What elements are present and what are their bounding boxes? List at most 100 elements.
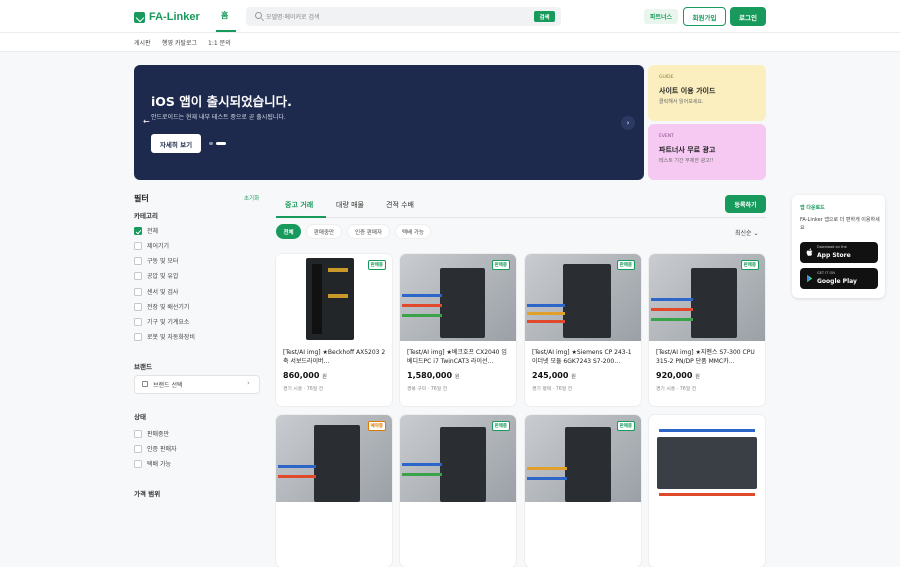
chevron-down-icon: ⌄ (753, 230, 759, 237)
price-value: 860,000 (283, 371, 320, 380)
category-label: 공압 및 유압 (147, 273, 179, 280)
product-card[interactable]: 판매중 [Test/AI img] ★Beckhoff AX5203 2축 서보… (276, 254, 392, 406)
checkbox-icon (134, 429, 142, 438)
play-icon (807, 274, 813, 283)
search-icon (255, 12, 262, 19)
subnav-catalog[interactable]: 행영 카탈로그 (162, 38, 197, 47)
price-range-heading: 가격 범위 (134, 490, 161, 498)
product-image (649, 415, 765, 502)
category-label: 구동 및 모터 (147, 258, 179, 265)
hero-cta-button[interactable]: 자세히 보기 (151, 134, 201, 153)
logo[interactable]: FA-Linker (134, 9, 200, 25)
category-checkbox[interactable]: 공압 및 유압 (134, 271, 178, 280)
carousel-dot-active[interactable] (216, 142, 226, 145)
tab-home[interactable]: 홈 (221, 10, 228, 21)
product-title: [Test/AI img] ★베크호프 CX2040 임베디드PC i7 Twi… (407, 349, 507, 365)
category-label: 로봇 및 자동화장비 (147, 334, 195, 341)
price-unit: 원 (454, 374, 460, 380)
product-card[interactable]: 판매중 [Test/AI img] ★베크호프 CX2040 임베디드PC i7… (400, 254, 516, 406)
tab-home-underline (216, 30, 236, 32)
status-checkbox[interactable]: 판매중만 (134, 429, 169, 438)
status-badge: 판매중 (740, 260, 759, 270)
signup-button[interactable]: 회원가입 (683, 7, 726, 26)
product-title: [Test/AI img] ★지멘스 S7-300 CPU 315-2 PN/D… (656, 349, 755, 365)
product-card[interactable]: 판매중 [Test/AI img] ★지멘스 S7-300 CPU 315-2 … (649, 254, 765, 406)
subnav-board[interactable]: 게시판 (134, 38, 151, 47)
chip-all[interactable]: 전체 (276, 224, 301, 239)
checkbox-icon (134, 317, 142, 326)
logo-icon (134, 11, 145, 23)
chip-delivery[interactable]: 택배 가능 (395, 224, 431, 239)
login-button[interactable]: 로그인 (730, 7, 766, 26)
status-badge: 판매중 (491, 260, 510, 270)
tab-used-trade[interactable]: 중고 거래 (285, 200, 313, 210)
chip-verified-seller[interactable]: 인증 판매자 (347, 224, 390, 239)
checkbox-icon (134, 287, 142, 296)
product-card[interactable]: 판매중 (525, 415, 641, 567)
hero-banner[interactable] (134, 65, 644, 180)
category-heading: 카테고리 (134, 212, 158, 220)
app-store-button[interactable]: Download on the App Store (800, 242, 878, 263)
checkbox-icon (134, 256, 142, 265)
partners-button[interactable]: 파트너스 (644, 9, 678, 24)
status-checkbox[interactable]: 택배 가능 (134, 459, 171, 468)
category-checkbox[interactable]: 로봇 및 자동화장비 (134, 332, 195, 341)
carousel-prev-icon[interactable]: ← (143, 117, 150, 126)
product-meta: 경북 구미 · 76일 전 (407, 387, 448, 392)
category-checkbox[interactable]: 구동 및 모터 (134, 256, 178, 265)
status-badge: 판매중 (491, 421, 510, 431)
brand-select[interactable]: 브랜드 선택 › (134, 375, 260, 394)
price-unit: 원 (695, 374, 700, 380)
filter-title: 필터 (134, 194, 149, 203)
carousel-dot[interactable] (209, 142, 213, 145)
promo-event-card[interactable]: EVENT 파트너사 무료 광고 테스트 기간 무제한 광고!! (648, 124, 766, 180)
search-button[interactable]: 검색 (534, 11, 555, 22)
checkbox-icon (134, 241, 142, 250)
sort-label: 최신순 (735, 230, 752, 237)
product-card[interactable]: 판매중 (400, 415, 516, 567)
app-store-label: App Store (817, 252, 851, 259)
logo-text: FA-Linker (149, 11, 200, 23)
price-value: 920,000 (656, 371, 693, 380)
play-label: Google Play (817, 278, 857, 285)
product-card[interactable]: 예약중 (276, 415, 392, 567)
app-download-title: 앱 다운로드 (800, 205, 825, 211)
tab-bulk[interactable]: 대량 매물 (336, 200, 364, 210)
promo-title: 사이트 이용 가이드 (659, 87, 716, 95)
tab-quote[interactable]: 견적 수배 (386, 200, 414, 210)
product-card[interactable]: 판매중 [Test/AI img] ★Siemens CP 243-1 이더넷 … (525, 254, 641, 406)
product-price: 1,580,000 원 (407, 371, 459, 380)
product-card[interactable] (649, 415, 765, 567)
sort-dropdown[interactable]: 최신순 ⌄ (735, 228, 759, 237)
app-download-desc: FA-Linker 앱으로 더 편하게 이용하세요 (800, 217, 880, 231)
promo-subtitle: 테스트 기간 무제한 광고!! (659, 158, 714, 164)
category-checkbox[interactable]: 전장 및 배선기기 (134, 302, 189, 311)
status-badge: 판매중 (616, 260, 635, 270)
status-badge: 판매중 (367, 260, 386, 270)
brand-select-label: 브랜드 선택 (153, 382, 183, 389)
hero-title: iOS 앱이 출시되었습니다. (151, 94, 292, 109)
status-label: 인증 판매자 (147, 446, 177, 453)
app-store-small: Download on the (817, 245, 847, 249)
register-button[interactable]: 등록하기 (725, 195, 766, 213)
subnav-inquiry[interactable]: 1:1 문의 (208, 38, 231, 47)
grid-icon (142, 381, 148, 387)
play-small: GET IT ON (817, 271, 835, 275)
google-play-button[interactable]: GET IT ON Google Play (800, 268, 878, 289)
product-price: 860,000 원 (283, 371, 327, 380)
status-checkbox[interactable]: 인증 판매자 (134, 444, 177, 453)
checkbox-icon (134, 444, 142, 453)
category-checkbox[interactable]: 제어기기 (134, 241, 169, 250)
promo-subtitle: 클릭해서 읽어보세요. (659, 99, 704, 105)
product-title: [Test/AI img] ★Beckhoff AX5203 2축 서보드라이버… (283, 349, 386, 365)
category-checkbox[interactable]: 기구 및 기계요소 (134, 317, 189, 326)
promo-guide-card[interactable]: GUIDE 사이트 이용 가이드 클릭해서 읽어보세요. (648, 65, 766, 121)
product-price: 920,000 원 (656, 371, 700, 380)
chip-on-sale[interactable]: 판매중만 (306, 224, 342, 239)
filter-reset-link[interactable]: 초기화 (244, 194, 259, 202)
carousel-next-icon[interactable]: › (621, 116, 635, 130)
category-label: 전장 및 배선기기 (147, 304, 190, 311)
category-checkbox[interactable]: 센서 및 검사 (134, 287, 178, 296)
checkbox-icon (134, 271, 142, 280)
category-checkbox-all[interactable]: 전체 (134, 226, 158, 235)
